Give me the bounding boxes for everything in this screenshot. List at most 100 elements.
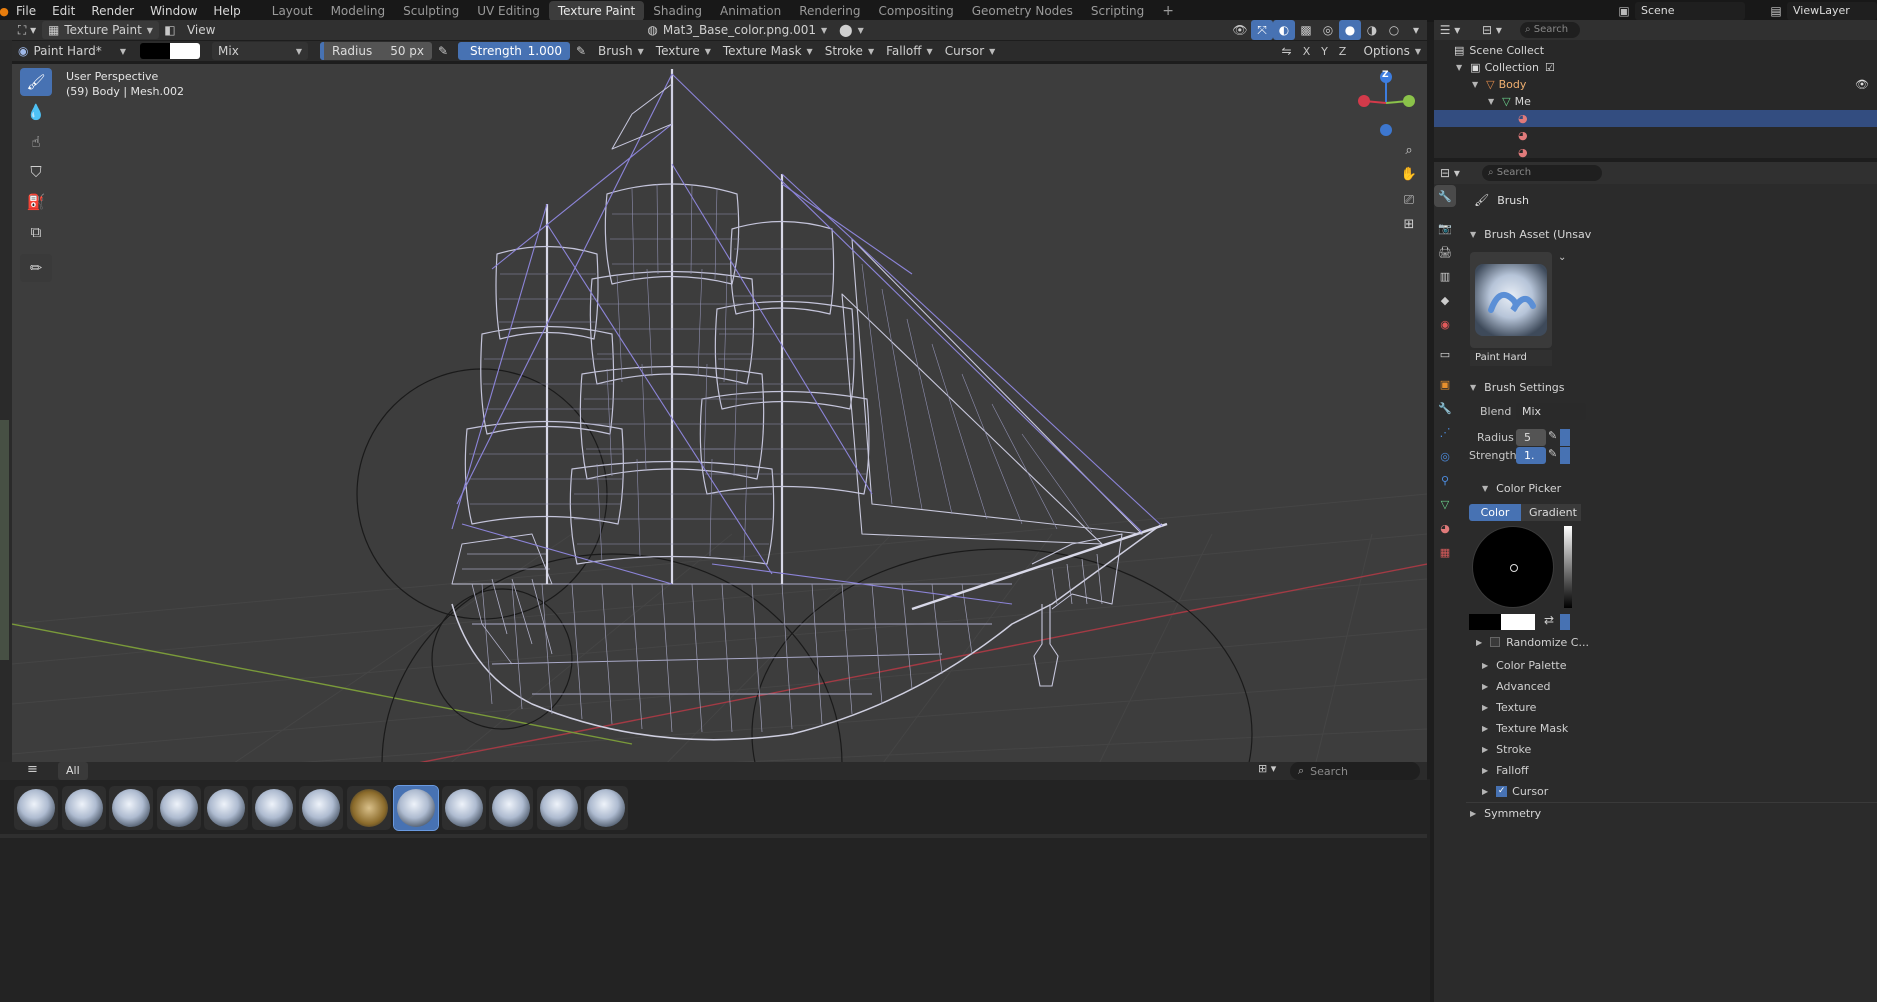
view-layer-tab-icon[interactable]: ▥ xyxy=(1434,265,1456,287)
mirror-x-button[interactable]: X xyxy=(1298,41,1316,61)
slot-toggle-icon[interactable]: ◧ xyxy=(159,20,181,40)
color-tab-button[interactable]: Color xyxy=(1469,504,1521,521)
strength-field[interactable]: Strength 1.000 xyxy=(458,42,570,60)
3d-viewport[interactable]: User Perspective (59) Body | Mesh.002 Z … xyxy=(12,64,1427,778)
visibility-icon[interactable]: 👁 xyxy=(1229,20,1251,40)
tab-scripting[interactable]: Scripting xyxy=(1082,1,1153,21)
brush-thumbnail[interactable] xyxy=(156,786,201,830)
texture-subpanel[interactable]: ▶ Texture xyxy=(1482,698,1536,716)
menu-file[interactable]: File xyxy=(8,0,44,22)
properties-editor-icon[interactable]: ⊟ ▾ xyxy=(1434,163,1466,183)
collection-tab-icon[interactable]: ▭ xyxy=(1434,343,1456,365)
tree-row-material-3[interactable]: ◕ xyxy=(1434,144,1877,158)
brush-thumbnail[interactable] xyxy=(251,786,296,830)
texture-mask-subpanel[interactable]: ▶ Texture Mask xyxy=(1482,719,1568,737)
shading-options-icon[interactable]: ▾ xyxy=(1405,20,1427,40)
world-tab-icon[interactable]: ◉ xyxy=(1434,313,1456,335)
brush-selector[interactable]: ◉ Paint Hard* ▼ xyxy=(12,42,132,60)
strength-pressure-icon[interactable]: ✎ xyxy=(570,41,592,61)
brush-asset-side-button[interactable]: ⌄ xyxy=(1558,252,1566,263)
cursor-subpanel[interactable]: ▶ ✓ Cursor xyxy=(1482,782,1548,800)
display-mode-icon[interactable]: ⊟ ▾ xyxy=(1476,20,1508,40)
brush-paint-toggle[interactable]: ⬤ ▼ xyxy=(833,21,870,39)
tab-animation[interactable]: Animation xyxy=(711,1,790,21)
tool-tab-icon[interactable]: 🔧 xyxy=(1434,185,1456,207)
texture-tab-icon[interactable]: ▦ xyxy=(1434,541,1456,563)
stroke-subpanel[interactable]: ▶ Stroke xyxy=(1482,740,1531,758)
data-tab-icon[interactable]: ▽ xyxy=(1434,493,1456,515)
primary-color-swatch[interactable] xyxy=(140,43,170,59)
tab-sculpting[interactable]: Sculpting xyxy=(394,1,468,21)
view-layer-icon[interactable]: ▤ xyxy=(1765,1,1787,21)
brush-thumbnail[interactable] xyxy=(14,786,58,830)
shelf-scrollbar[interactable] xyxy=(0,834,1427,838)
annotate-icon[interactable]: ✏ xyxy=(20,254,52,282)
eye-icon[interactable]: 👁 xyxy=(1855,78,1869,91)
color-picker-panel-header[interactable]: ▼ Color Picker xyxy=(1478,478,1561,498)
outliner-editor-icon[interactable]: ☰ ▾ xyxy=(1434,20,1466,40)
brush-icon[interactable]: 🖌 xyxy=(20,68,52,96)
strength-prop-field[interactable]: 1. xyxy=(1516,447,1546,464)
editor-type-icon[interactable]: ⛶ ▾ xyxy=(12,20,42,40)
radius-field[interactable]: Radius 50 px xyxy=(320,42,432,60)
randomize-checkbox-icon[interactable] xyxy=(1490,637,1501,647)
shelf-display-icon[interactable]: ⊞ ▾ xyxy=(1258,762,1276,775)
brush-menu[interactable]: Brush ▼ xyxy=(592,42,650,60)
color-palette-subpanel[interactable]: ▶ Color Palette xyxy=(1482,656,1566,674)
primary-color-prop-swatch[interactable] xyxy=(1469,614,1501,630)
particles-tab-icon[interactable]: ⋰ xyxy=(1434,421,1456,443)
shelf-catalog-all[interactable]: All xyxy=(58,762,88,780)
falloff-subpanel[interactable]: ▶ Falloff xyxy=(1482,761,1529,779)
material-shading-icon[interactable]: ◑ xyxy=(1361,20,1383,40)
mirror-y-button[interactable]: Y xyxy=(1316,41,1334,61)
color-wheel-cursor[interactable] xyxy=(1510,564,1518,572)
secondary-color-swatch[interactable] xyxy=(170,43,200,59)
brush-thumbnail[interactable] xyxy=(61,786,106,830)
tree-row-mesh[interactable]: ▼ ▽ Me xyxy=(1434,93,1877,110)
modifier-tab-icon[interactable]: 🔧 xyxy=(1434,397,1456,419)
symmetry-panel-header[interactable]: ▶ Symmetry xyxy=(1466,802,1877,824)
rendered-shading-icon[interactable]: ○ xyxy=(1383,20,1405,40)
radius-prop-field[interactable]: 5 xyxy=(1516,429,1546,446)
color-wheel[interactable] xyxy=(1472,526,1554,608)
tab-geometry-nodes[interactable]: Geometry Nodes xyxy=(963,1,1082,21)
blend-mode-dropdown[interactable]: Mix ▼ xyxy=(212,42,308,60)
brush-thumbnail[interactable] xyxy=(204,786,248,830)
add-workspace-button[interactable]: + xyxy=(1153,1,1183,21)
scene-field[interactable]: Scene xyxy=(1635,2,1745,20)
tab-uv-editing[interactable]: UV Editing xyxy=(468,1,549,21)
object-tab-icon[interactable]: ▣ xyxy=(1434,373,1456,395)
output-tab-icon[interactable]: 🖨 xyxy=(1434,241,1456,263)
secondary-color-prop-swatch[interactable] xyxy=(1501,614,1535,630)
randomize-color-row[interactable]: ▶ Randomize C... xyxy=(1476,633,1589,651)
menu-edit[interactable]: Edit xyxy=(44,0,83,22)
value-slider[interactable] xyxy=(1564,526,1572,608)
brush-thumbnail[interactable] xyxy=(489,786,533,830)
properties-search-field[interactable]: ⌕ Search xyxy=(1482,165,1602,181)
brush-asset-panel-header[interactable]: ▼ Brush Asset (Unsav xyxy=(1466,224,1591,244)
texture-mask-menu[interactable]: Texture Mask ▼ xyxy=(717,42,819,60)
checkbox-icon[interactable]: ☑ xyxy=(1545,61,1555,74)
scene-tab-icon[interactable]: ◆ xyxy=(1434,289,1456,311)
solid-shading-icon[interactable]: ● xyxy=(1339,20,1361,40)
brush-thumbnail[interactable] xyxy=(393,785,439,831)
view-menu[interactable]: View xyxy=(181,21,221,39)
material-tab-icon[interactable]: ◕ xyxy=(1434,517,1456,539)
tree-row-scene-collection[interactable]: ▤ Scene Collect xyxy=(1434,42,1877,59)
tab-compositing[interactable]: Compositing xyxy=(869,1,962,21)
brush-thumbnail[interactable] xyxy=(536,786,581,830)
cursor-menu[interactable]: Cursor ▼ xyxy=(939,42,1002,60)
shelf-search-field[interactable]: ⌕ Search xyxy=(1290,762,1420,780)
strength-unit-toggle[interactable] xyxy=(1560,447,1570,464)
radius-unit-toggle[interactable] xyxy=(1560,429,1570,446)
mirror-z-button[interactable]: Z xyxy=(1334,41,1352,61)
zoom-icon[interactable]: ⌕ xyxy=(1397,138,1421,162)
pan-hand-icon[interactable]: ✋ xyxy=(1397,162,1421,186)
advanced-subpanel[interactable]: ▶ Advanced xyxy=(1482,677,1551,695)
brush-thumbnail[interactable] xyxy=(346,786,391,830)
shelf-menu-icon[interactable]: ≡ xyxy=(27,762,38,777)
falloff-menu[interactable]: Falloff ▼ xyxy=(880,42,939,60)
xray-toggle-icon[interactable]: ▩ xyxy=(1295,20,1317,40)
mode-selector[interactable]: ▦ Texture Paint ▼ xyxy=(42,21,159,39)
tab-rendering[interactable]: Rendering xyxy=(790,1,869,21)
